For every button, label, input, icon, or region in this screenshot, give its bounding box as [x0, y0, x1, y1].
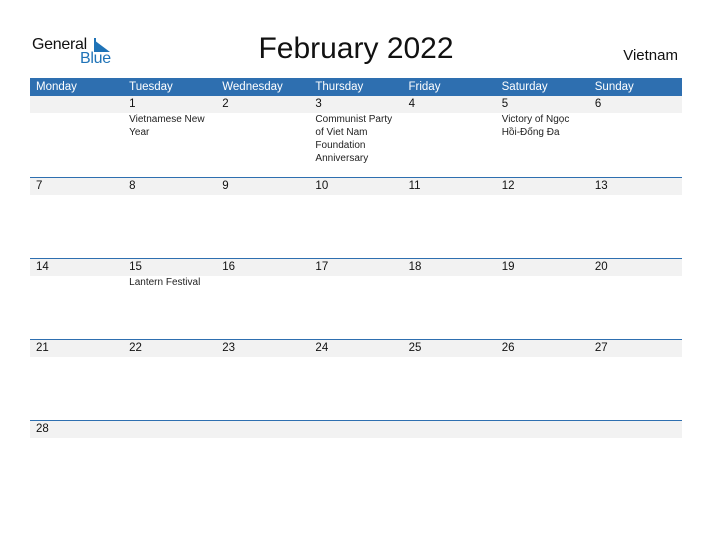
- day-number: [222, 421, 309, 438]
- day-cell: 7: [30, 178, 123, 259]
- holiday-label: Communist Party of Viet Nam Foundation A…: [315, 114, 393, 164]
- holiday-label: Victory of Ngọc Hồi-Đống Đa: [501, 114, 570, 138]
- day-cell: 22: [123, 340, 216, 421]
- day-cell: 9: [216, 178, 309, 259]
- day-cell: [403, 421, 496, 438]
- day-number: 28: [36, 423, 49, 435]
- day-number: 25: [408, 342, 422, 354]
- day-cell: 14: [30, 259, 123, 340]
- day-cell: 25: [403, 340, 496, 421]
- day-cell: 13: [589, 178, 682, 259]
- day-number: 16: [222, 261, 236, 273]
- day-number: 6: [594, 98, 602, 110]
- week-row: 28: [30, 420, 682, 438]
- day-number: 5: [501, 98, 509, 110]
- weekday-header: Monday Tuesday Wednesday Thursday Friday…: [30, 78, 682, 96]
- day-number: [36, 96, 123, 113]
- day-number: 27: [594, 342, 608, 354]
- day-number: 22: [129, 342, 142, 354]
- day-number: [502, 421, 589, 438]
- day-cell: [309, 421, 402, 438]
- day-cell: 17: [309, 259, 402, 340]
- day-cell: 18: [403, 259, 496, 340]
- holiday-label: Lantern Festival: [129, 277, 201, 288]
- day-cell: 8: [123, 178, 216, 259]
- day-number: 19: [501, 261, 515, 273]
- day-number: 14: [36, 261, 49, 273]
- day-cell: 27: [589, 340, 682, 421]
- day-number: [595, 421, 682, 438]
- day-number: 24: [315, 342, 329, 354]
- weekday-sunday: Sunday: [594, 81, 634, 93]
- day-cell: [216, 421, 309, 438]
- day-cell: 3 Communist Party of Viet Nam Foundation …: [309, 96, 402, 177]
- day-cell: 24: [309, 340, 402, 421]
- day-cell: 6: [589, 96, 682, 177]
- holiday-label: Vietnamese New Year: [129, 114, 205, 138]
- day-number: [129, 421, 216, 438]
- day-cell: 4: [403, 96, 496, 177]
- day-number: 15: [129, 261, 142, 273]
- day-cell: 1 Vietnamese New Year: [123, 96, 216, 177]
- day-cell: 20: [589, 259, 682, 340]
- day-cell: 23: [216, 340, 309, 421]
- day-cell: 12: [496, 178, 589, 259]
- day-number: 12: [501, 180, 515, 192]
- day-cell: 10: [309, 178, 402, 259]
- weekday-tuesday: Tuesday: [129, 81, 173, 93]
- weekday-monday: Monday: [36, 81, 77, 93]
- day-cell: 28: [30, 421, 123, 438]
- country-label: Vietnam: [623, 47, 678, 64]
- calendar-title: February 2022: [258, 32, 454, 65]
- day-cell: [123, 421, 216, 438]
- day-number: [315, 421, 402, 438]
- day-cell: 11: [403, 178, 496, 259]
- day-number: 8: [129, 180, 136, 192]
- day-number: 23: [222, 342, 236, 354]
- day-number: 17: [315, 261, 329, 273]
- day-number: 3: [315, 98, 322, 110]
- weekday-thursday: Thursday: [315, 81, 364, 93]
- day-cell: 26: [496, 340, 589, 421]
- day-number: 9: [222, 180, 229, 192]
- day-cell: 5 Victory of Ngọc Hồi-Đống Đa: [496, 96, 589, 177]
- week-row: 14 15 Lantern Festival 16 17 18 19 20: [30, 258, 682, 339]
- day-number: [409, 421, 496, 438]
- weekday-wednesday: Wednesday: [222, 81, 283, 93]
- day-number: 18: [408, 261, 422, 273]
- weekday-saturday: Saturday: [501, 81, 548, 93]
- day-number: 21: [36, 342, 49, 354]
- day-cell: [496, 421, 589, 438]
- day-cell: [30, 96, 123, 177]
- day-number: 1: [129, 98, 136, 110]
- day-cell: 15 Lantern Festival: [123, 259, 216, 340]
- day-number: 4: [408, 98, 415, 110]
- day-number: 7: [36, 180, 43, 192]
- day-cell: [589, 421, 682, 438]
- day-number: 10: [315, 180, 329, 192]
- day-cell: 16: [216, 259, 309, 340]
- day-cell: 2: [216, 96, 309, 177]
- week-row: 1 Vietnamese New Year 2 3 Communist Party of…: [30, 96, 682, 177]
- day-number: 26: [501, 342, 515, 354]
- week-row: 21 22 23 24 25 26 27: [30, 339, 682, 420]
- day-number: 20: [594, 261, 608, 273]
- day-number: 11: [408, 180, 421, 192]
- day-cell: 19: [496, 259, 589, 340]
- day-cell: 21: [30, 340, 123, 421]
- weekday-friday: Friday: [408, 81, 441, 93]
- week-row: 7 8 9 10 11 12 13: [30, 177, 682, 258]
- day-number: 13: [594, 180, 608, 192]
- day-number: 2: [222, 98, 229, 110]
